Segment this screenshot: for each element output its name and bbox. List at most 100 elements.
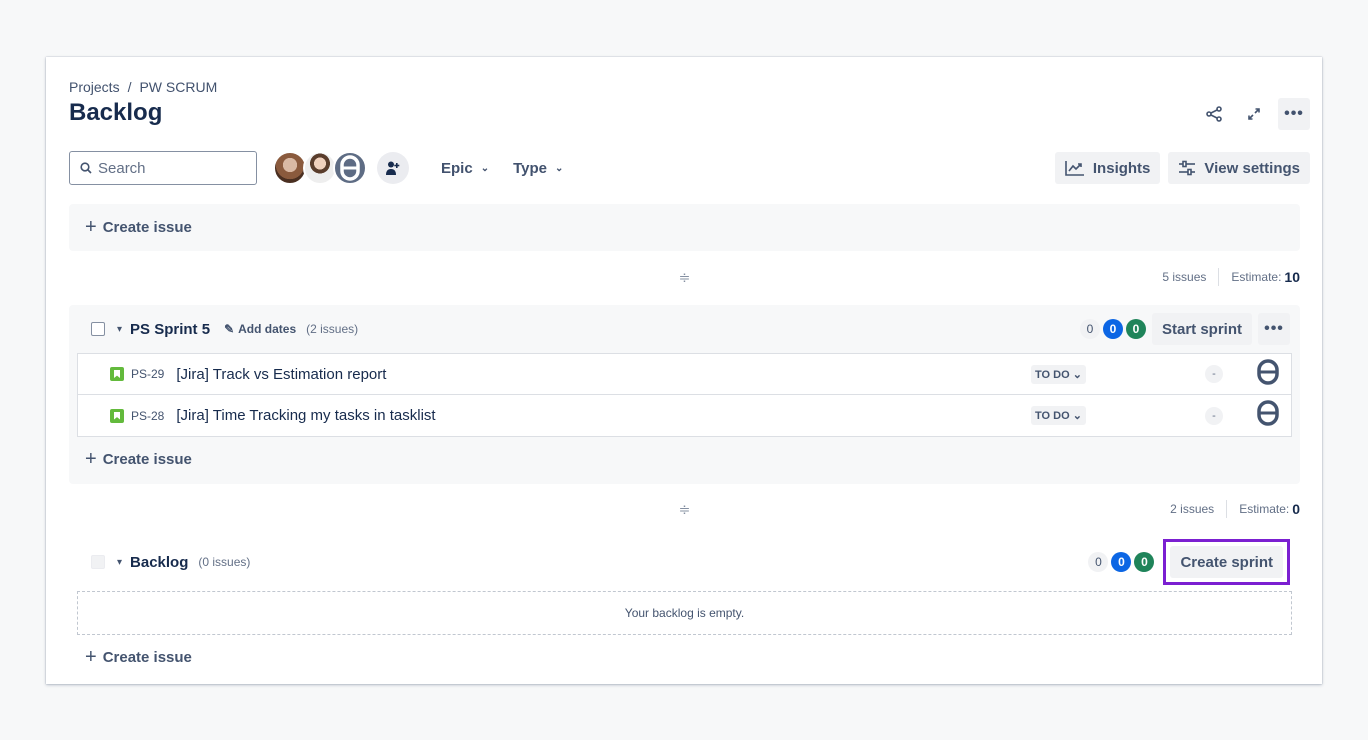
- backlog-header: ▾ Backlog (0 issues) 0 0 0 Create sprint: [69, 533, 1300, 591]
- section-summary: ≑ 5 issues Estimate: 10: [69, 264, 1300, 290]
- divider: [1218, 268, 1220, 286]
- plus-icon: +: [85, 447, 97, 470]
- sprint-issue-list: PS-29 [Jira] Track vs Estimation report …: [77, 353, 1292, 437]
- user-icon: [1257, 358, 1279, 385]
- pencil-icon: ✎: [224, 322, 235, 336]
- breadcrumb-projects[interactable]: Projects: [69, 79, 120, 95]
- issue-key[interactable]: PS-28: [131, 409, 164, 423]
- issue-row[interactable]: PS-28 [Jira] Time Tracking my tasks in t…: [78, 395, 1291, 436]
- add-dates-button[interactable]: ✎ Add dates: [224, 322, 296, 336]
- avatar[interactable]: [303, 151, 337, 185]
- issue-row[interactable]: PS-29 [Jira] Track vs Estimation report …: [78, 354, 1291, 395]
- todo-count-badge: 0: [1079, 319, 1100, 339]
- more-actions-button[interactable]: •••: [1278, 98, 1310, 130]
- divider: [1226, 500, 1228, 518]
- more-icon: •••: [1264, 320, 1284, 337]
- plus-icon: +: [85, 216, 97, 238]
- create-sprint-button[interactable]: Create sprint: [1170, 546, 1283, 578]
- status-label: TO DO: [1035, 410, 1070, 422]
- breadcrumb: Projects / PW SCRUM: [69, 79, 217, 95]
- chevron-down-icon: ⌄: [1072, 410, 1082, 422]
- view-settings-label: View settings: [1204, 159, 1300, 177]
- start-sprint-button[interactable]: Start sprint: [1151, 313, 1252, 345]
- create-issue-label: Create issue: [102, 219, 192, 236]
- insights-icon: [1065, 161, 1084, 176]
- view-settings-button[interactable]: View settings: [1168, 152, 1310, 184]
- create-issue-label: Create issue: [102, 450, 192, 468]
- story-icon: [110, 408, 124, 423]
- empty-backlog-dropzone: Your backlog is empty.: [77, 591, 1292, 635]
- assignee-avatar[interactable]: [1255, 400, 1281, 431]
- user-icon: [340, 155, 360, 181]
- assignee-avatar[interactable]: [1255, 358, 1281, 390]
- sprint-name[interactable]: PS Sprint 5: [130, 321, 210, 338]
- add-user-icon: [386, 161, 400, 175]
- fullscreen-button[interactable]: [1238, 98, 1270, 130]
- insights-button[interactable]: Insights: [1054, 152, 1161, 184]
- user-icon: [1257, 400, 1279, 426]
- create-issue-button[interactable]: + Create issue: [69, 204, 1300, 251]
- todo-count-badge: 0: [1088, 552, 1109, 572]
- status-counters: 0 0 0: [1088, 552, 1155, 572]
- estimate-value: 0: [1292, 501, 1300, 517]
- backlog-name: Backlog: [130, 553, 189, 571]
- avatar[interactable]: [333, 151, 367, 185]
- create-issue-button[interactable]: + Create issue: [69, 437, 1300, 481]
- sprint-section: ▾ PS Sprint 5 ✎ Add dates (2 issues) 0 0…: [69, 305, 1300, 484]
- resize-handle-icon[interactable]: ≑: [679, 501, 691, 518]
- fullscreen-icon: [1248, 108, 1260, 120]
- add-dates-label: Add dates: [238, 322, 297, 336]
- backlog-checkbox: [91, 555, 105, 569]
- toolbar: Epic ⌄ Type ⌄ Insights View settings: [69, 151, 1310, 185]
- share-icon: [1206, 106, 1222, 122]
- epic-filter-label: Epic: [441, 159, 473, 177]
- type-filter[interactable]: Type ⌄: [505, 154, 571, 183]
- status-label: TO DO: [1035, 368, 1070, 381]
- breadcrumb-separator: /: [127, 79, 132, 95]
- estimate-value: 10: [1284, 269, 1300, 285]
- issue-key[interactable]: PS-29: [131, 367, 164, 381]
- breadcrumb-project[interactable]: PW SCRUM: [139, 79, 217, 95]
- create-issue-button[interactable]: + Create issue: [69, 635, 1300, 679]
- search-field[interactable]: [69, 151, 257, 185]
- resize-handle-icon[interactable]: ≑: [679, 269, 691, 286]
- issue-summary: [Jira] Track vs Estimation report: [176, 365, 387, 383]
- chevron-down-icon: ⌄: [480, 162, 490, 174]
- done-count-badge: 0: [1125, 319, 1146, 339]
- backlog-panel: Projects / PW SCRUM Backlog ••• Search E…: [46, 57, 1322, 684]
- share-button[interactable]: [1198, 98, 1230, 130]
- in-progress-count-badge: 0: [1102, 319, 1123, 339]
- header-actions: •••: [1198, 98, 1310, 130]
- avatar[interactable]: [273, 151, 307, 185]
- status-dropdown[interactable]: TO DO ⌄: [1031, 364, 1086, 384]
- issue-summary: [Jira] Time Tracking my tasks in tasklis…: [176, 407, 436, 424]
- sprint-more-button[interactable]: •••: [1258, 313, 1290, 345]
- more-icon: •••: [1284, 105, 1304, 122]
- issue-count: 2 issues: [1170, 502, 1215, 516]
- estimate-pill[interactable]: -: [1205, 365, 1223, 383]
- chevron-down-icon: ⌄: [1072, 368, 1082, 381]
- story-icon: [110, 367, 124, 381]
- create-issue-label: Create issue: [102, 648, 192, 666]
- epic-filter[interactable]: Epic ⌄: [433, 154, 497, 183]
- top-issues-section: + Create issue: [69, 204, 1300, 251]
- add-people-button[interactable]: [377, 152, 409, 184]
- chevron-down-icon[interactable]: ▾: [117, 557, 122, 568]
- estimate-pill[interactable]: -: [1205, 406, 1223, 425]
- section-summary: ≑ 2 issues Estimate: 0: [69, 496, 1300, 522]
- search-icon: [80, 162, 92, 174]
- sprint-checkbox[interactable]: [91, 322, 105, 336]
- insights-label: Insights: [1092, 159, 1151, 177]
- chevron-down-icon[interactable]: ▾: [117, 324, 122, 335]
- issue-summary: 5 issues Estimate: 10: [1162, 268, 1300, 286]
- page-title: Backlog: [69, 99, 163, 126]
- empty-backlog-text: Your backlog is empty.: [624, 606, 745, 620]
- estimate-label: Estimate:: [1231, 270, 1282, 284]
- backlog-issue-count: (0 issues): [198, 555, 251, 569]
- status-dropdown[interactable]: TO DO ⌄: [1031, 406, 1086, 425]
- chevron-down-icon: ⌄: [554, 162, 564, 174]
- status-counters: 0 0 0: [1079, 319, 1146, 339]
- settings-sliders-icon: [1179, 160, 1196, 176]
- sprint-issue-count: (2 issues): [306, 322, 359, 336]
- search-input[interactable]: [98, 159, 238, 177]
